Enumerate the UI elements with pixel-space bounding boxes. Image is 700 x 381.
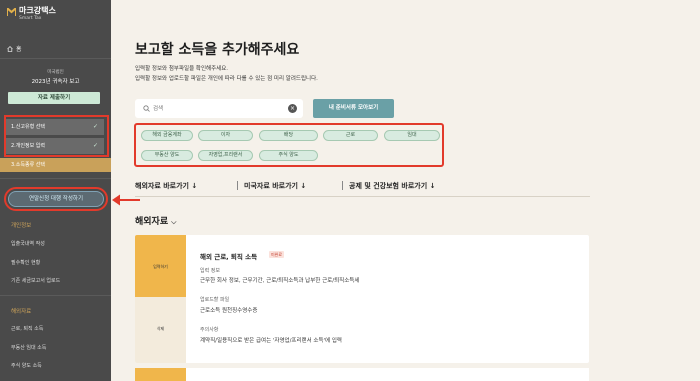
sidebar-divider xyxy=(0,178,111,179)
card-file-value: 근로소득 원천징수영수증 xyxy=(200,308,258,314)
quick-link-deduction[interactable]: 공제 및 건강보험 바로가기 ↓ xyxy=(349,181,435,191)
sidebar-item-upload-return[interactable]: 기존 세금보고서 업로드 xyxy=(11,277,60,284)
chips-highlight-box xyxy=(134,123,444,167)
page-subtitle-note: 입력할 정보와 업로드할 파일은 개인에 따라 다를 수 있는 점 미리 알려드… xyxy=(135,76,318,82)
logo[interactable]: 마크강택스 Smart Tax xyxy=(7,6,56,22)
sidebar-item-stock-transfer[interactable]: 주식 양도 소득 xyxy=(11,362,42,369)
card-input-button[interactable] xyxy=(135,368,186,381)
search-input[interactable] xyxy=(153,103,273,114)
card-delete-label: 삭제 xyxy=(156,326,165,331)
home-link[interactable]: 홈 xyxy=(7,44,22,53)
card-note-label: 주의사항 xyxy=(200,327,219,333)
sidebar-item-rental-income[interactable]: 부동산 임대 소득 xyxy=(11,344,46,351)
card-input-label: 입력하기 xyxy=(153,264,168,269)
doc-collect-button[interactable]: 내 준비서류 모아보기 xyxy=(313,99,394,118)
clear-icon[interactable]: × xyxy=(288,104,297,113)
steps-highlight-box xyxy=(4,115,109,157)
page-subtitle: 입력할 정보와 첨부파일을 확인해주세요. xyxy=(135,66,229,72)
logo-name: 마크강택스 xyxy=(19,6,56,15)
sidebar-item-employment-income[interactable]: 근로, 퇴직 소득 xyxy=(11,325,43,332)
status-badge: 미완료 xyxy=(269,251,285,258)
submit-button[interactable]: 자료 제출하기 xyxy=(8,92,100,104)
section-divider xyxy=(135,196,590,197)
doc-button-highlight xyxy=(4,187,108,211)
report-title: 2023년 귀속자 보고 xyxy=(31,79,80,85)
page-title: 보고할 소득을 추가해주세요 xyxy=(135,42,300,58)
overseas-section-heading[interactable]: 해외자료 ⌵ xyxy=(135,214,176,227)
income-card-next xyxy=(135,368,589,381)
quick-link-separator xyxy=(237,181,238,190)
card-info-value: 근무한 회사 정보, 근무기간, 근로/퇴직소득과 납부한 근로/퇴직소득세 xyxy=(200,278,360,284)
section-personal-info: 개인정보 xyxy=(11,223,32,229)
step-3-income-type[interactable]: 3.소득종류 선택 xyxy=(0,158,111,172)
home-icon xyxy=(7,45,13,52)
step-label: 3.소득종류 선택 xyxy=(11,162,45,168)
sidebar: 마크강택스 Smart Tax 홈 미국법인 2023년 귀속자 보고 자료 제… xyxy=(0,0,111,381)
search-box: × xyxy=(135,99,303,118)
quick-link-us[interactable]: 미국자료 바로가기 ↓ xyxy=(244,181,306,191)
card-info-label: 입력 정보 xyxy=(200,268,220,274)
card-file-label: 업로드할 파일 xyxy=(200,297,230,303)
sidebar-divider xyxy=(0,58,111,59)
quick-link-separator xyxy=(342,181,343,190)
sidebar-item-entry-exit[interactable]: 입출국내역 작성 xyxy=(11,240,45,247)
quick-link-overseas[interactable]: 해외자료 바로가기 ↓ xyxy=(135,181,197,191)
income-card-overseas-employment: 입력하기 삭제 해외 근로, 퇴직 소득 미완료 입력 정보 근무한 회사 정보… xyxy=(135,235,589,363)
logo-icon xyxy=(7,8,16,16)
sidebar-divider xyxy=(0,295,111,296)
card-note-value: 계약직/일용직으로 받은 급여는 '자영업/프리랜서 소득'에 입력 xyxy=(200,338,342,344)
report-label: 미국법인 xyxy=(47,70,64,75)
card-title: 해외 근로, 퇴직 소득 xyxy=(200,253,258,261)
sidebar-item-required-check[interactable]: 필수확인 현황 xyxy=(11,259,40,266)
home-label: 홈 xyxy=(16,46,22,53)
search-icon xyxy=(143,105,150,112)
logo-subtitle: Smart Tax xyxy=(19,16,42,21)
chevron-down-icon: ⌵ xyxy=(171,218,177,226)
overseas-heading-label: 해외자료 xyxy=(135,217,169,227)
section-overseas: 해외자료 xyxy=(11,309,32,315)
